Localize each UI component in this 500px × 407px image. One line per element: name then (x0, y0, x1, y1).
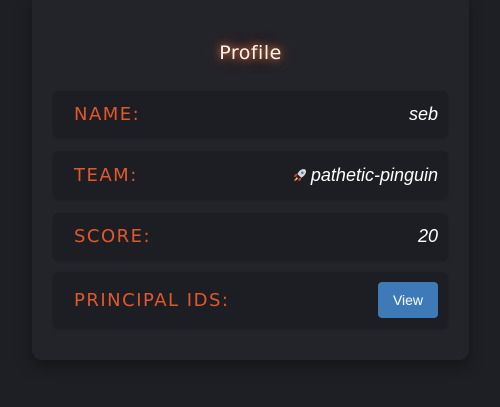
profile-card: Profile NAME: seb TEAM: pathetic-pinguin… (32, 0, 469, 360)
rocket-icon (292, 167, 308, 183)
profile-title: Profile (219, 42, 282, 64)
score-row: SCORE: 20 (53, 213, 448, 260)
name-value: seb (408, 103, 438, 124)
team-value-wrapper: pathetic-pinguin (292, 165, 438, 186)
team-row: TEAM: pathetic-pinguin (53, 151, 448, 199)
principal-ids-row: PRINCIPAL IDS: View (53, 272, 448, 328)
score-label: SCORE: (74, 226, 152, 247)
name-label: NAME: (74, 103, 141, 125)
score-value: 20 (417, 226, 438, 246)
view-principal-ids-button[interactable]: View (378, 282, 438, 318)
name-row: NAME: seb (53, 91, 448, 137)
team-value: pathetic-pinguin (310, 164, 438, 185)
principal-ids-label: PRINCIPAL IDS: (74, 289, 230, 311)
team-label: TEAM: (74, 164, 138, 186)
